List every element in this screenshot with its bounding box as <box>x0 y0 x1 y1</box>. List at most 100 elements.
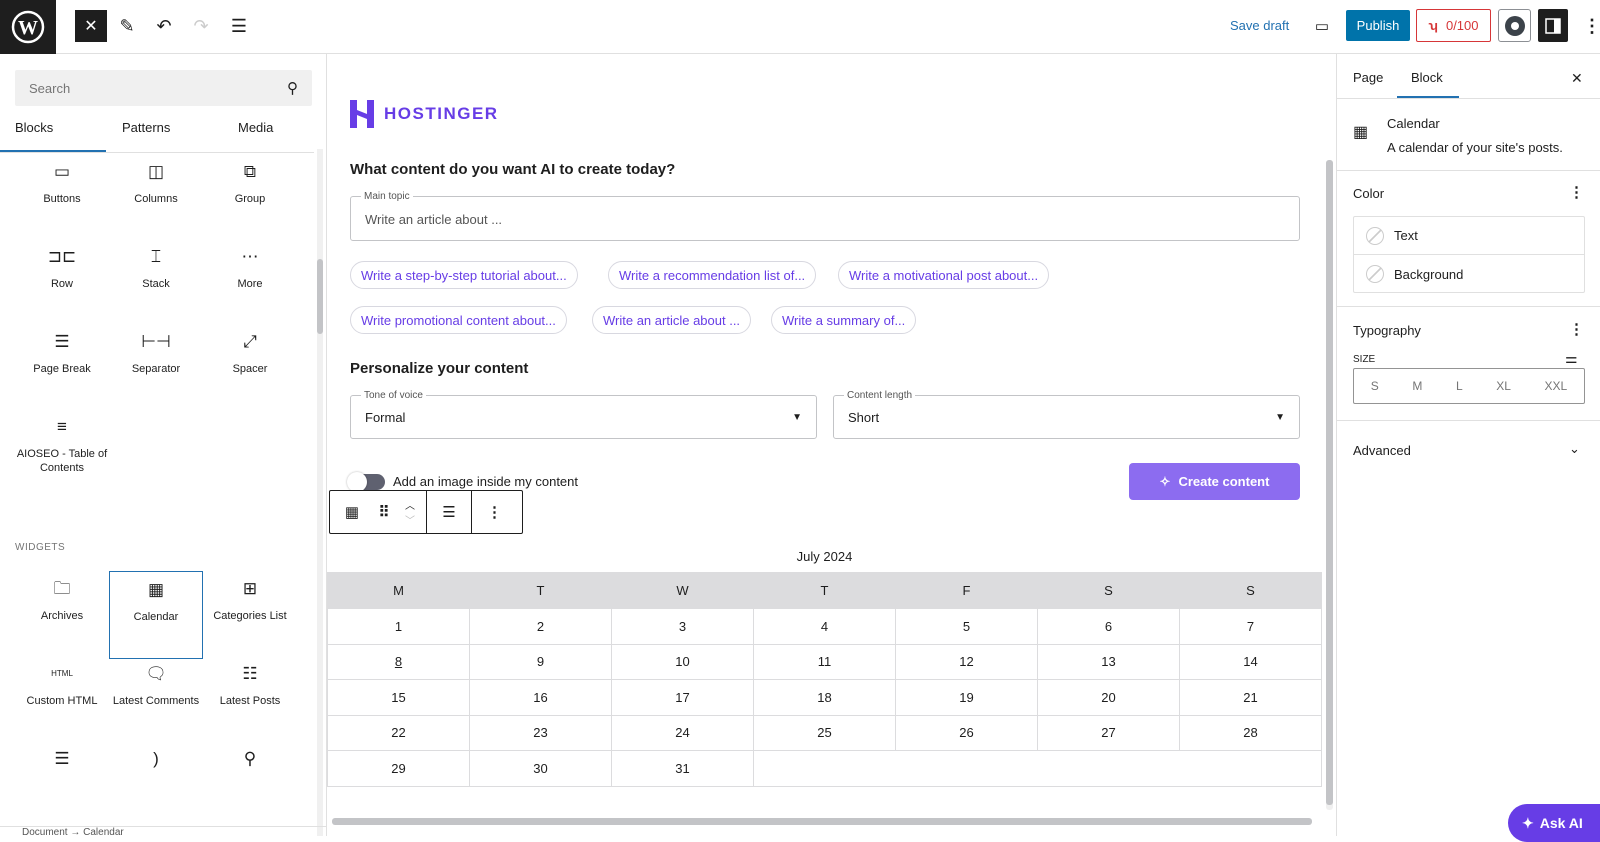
advanced-heading[interactable]: Advanced <box>1353 443 1411 458</box>
font-size-option[interactable]: L <box>1456 379 1463 393</box>
block-item[interactable]: ) <box>109 741 203 829</box>
seo-score-button[interactable]: ʮ 0/100 <box>1416 9 1491 42</box>
block-row[interactable]: ⊐⊏ Row <box>15 239 109 327</box>
block-options-button[interactable]: ⋮ <box>472 491 517 533</box>
font-size-option[interactable]: XXL <box>1544 379 1567 393</box>
hostinger-logo: HOSTINGER <box>350 100 499 128</box>
block-latest-posts[interactable]: ☷ Latest Posts <box>203 656 297 744</box>
chevron-down-icon[interactable]: ⌄ <box>1569 441 1580 457</box>
font-size-option[interactable]: XL <box>1496 379 1511 393</box>
calendar-day: 19 <box>895 679 1038 716</box>
breadcrumb-document[interactable]: Document <box>22 827 68 838</box>
typography-heading: Typography <box>1353 323 1421 338</box>
tone-of-voice-select[interactable]: Formal ▼ Tone of voice <box>350 390 817 439</box>
canvas-scrollbar-thumb[interactable] <box>1326 160 1333 805</box>
typography-options-button[interactable]: ⋮ <box>1569 320 1584 338</box>
block-aioseo-table-of-contents[interactable]: ≡ AIOSEO - Table of Contents <box>15 409 109 497</box>
calendar-day: 5 <box>895 608 1038 645</box>
close-inserter-button[interactable]: ✕ <box>75 10 107 42</box>
publish-button[interactable]: Publish <box>1346 10 1410 41</box>
weekday-header: T <box>753 572 896 609</box>
block-calendar[interactable]: ▦ Calendar <box>109 571 203 659</box>
calendar-day: 12 <box>895 643 1038 680</box>
document-overview-button[interactable]: ☰ <box>223 10 255 42</box>
tab-patterns[interactable]: Patterns <box>122 120 170 135</box>
suggestion-chip[interactable]: Write a motivational post about... <box>838 261 1050 289</box>
move-down-icon[interactable]: ﹀ <box>405 512 415 527</box>
content-length-select[interactable]: Short ▼ Content length <box>833 390 1300 439</box>
block-search-input[interactable]: Search ⚲ <box>15 70 312 106</box>
save-draft-button[interactable]: Save draft <box>1230 18 1289 33</box>
block-categories-list[interactable]: ⊞ Categories List <box>203 571 297 659</box>
main-topic-field[interactable]: Main topic Write an article about ... <box>350 191 1300 241</box>
suggestion-chip[interactable]: Write an article about ... <box>592 306 752 334</box>
tab-blocks[interactable]: Blocks <box>15 120 53 135</box>
scrollbar[interactable] <box>317 149 323 836</box>
wordpress-logo-button[interactable]: W <box>0 0 56 54</box>
horizontal-scrollbar[interactable] <box>332 818 1312 825</box>
block-icon: ▦ <box>147 580 165 599</box>
suggestion-chip[interactable]: Write a step-by-step tutorial about... <box>350 261 578 289</box>
drag-handle-icon[interactable]: ⠿ <box>374 491 394 533</box>
block-columns[interactable]: ◫ Columns <box>109 154 203 242</box>
calendar-block-icon[interactable]: ▦ <box>330 491 374 533</box>
move-buttons[interactable]: ︿ ﹀ <box>394 491 427 533</box>
edit-tool-button[interactable]: ✎ <box>111 10 143 42</box>
block-label: Archives <box>40 610 84 622</box>
block-custom-html[interactable]: HTML Custom HTML <box>15 656 109 744</box>
color-settings: Text Background <box>1353 216 1585 293</box>
settings-sidebar-toggle[interactable] <box>1538 9 1568 42</box>
add-image-toggle[interactable] <box>347 472 385 492</box>
block-spacer[interactable]: ⤢ Spacer <box>203 324 297 412</box>
block-icon: ☰ <box>54 749 70 768</box>
options-menu-button[interactable]: ⋮ <box>1576 10 1600 42</box>
font-size-option[interactable]: M <box>1412 379 1422 393</box>
calendar-day: 6 <box>1037 608 1180 645</box>
breadcrumb-calendar[interactable]: Calendar <box>83 827 124 838</box>
undo-button[interactable]: ↶ <box>148 10 180 42</box>
block-latest-comments[interactable]: 🗨 Latest Comments <box>109 656 203 744</box>
tab-block[interactable]: Block <box>1411 70 1443 85</box>
hostinger-logo-icon <box>350 100 374 128</box>
block-group[interactable]: ⧉ Group <box>203 154 297 242</box>
block-separator[interactable]: ⊢⊣ Separator <box>109 324 203 412</box>
suggestion-chip[interactable]: Write promotional content about... <box>350 306 567 334</box>
block-item[interactable]: ⚲ <box>203 741 297 829</box>
text-color-item[interactable]: Text <box>1354 217 1584 255</box>
calendar-day-link[interactable]: 8 <box>327 643 470 680</box>
calendar-day: 2 <box>469 608 612 645</box>
background-color-item[interactable]: Background <box>1354 255 1584 293</box>
block-stack[interactable]: ⌶ Stack <box>109 239 203 327</box>
calendar-day: 16 <box>469 679 612 716</box>
main-topic-placeholder: Write an article about ... <box>365 212 503 227</box>
block-archives[interactable]: 🗀 Archives <box>15 571 109 659</box>
block-buttons[interactable]: ▭ Buttons <box>15 154 109 242</box>
move-up-icon[interactable]: ︿ <box>405 497 415 512</box>
redo-button[interactable]: ↷ <box>185 10 217 42</box>
calendar-day: 21 <box>1179 679 1322 716</box>
block-item[interactable]: ☰ <box>15 741 109 829</box>
block-icon: ⤢ <box>243 332 257 351</box>
suggestion-chip[interactable]: Write a summary of... <box>771 306 917 334</box>
suggestion-chip[interactable]: Write a recommendation list of... <box>608 261 817 289</box>
weekday-header: F <box>895 572 1038 609</box>
tab-page[interactable]: Page <box>1353 70 1383 85</box>
ask-ai-button[interactable]: ✦ Ask AI <box>1508 804 1600 842</box>
calendar-day: 27 <box>1037 714 1180 751</box>
wordpress-icon: W <box>11 10 45 44</box>
divider <box>1337 420 1600 421</box>
create-content-button[interactable]: ✧ Create content <box>1129 463 1300 500</box>
preview-icon[interactable]: ▭ <box>1306 10 1338 42</box>
font-size-option[interactable]: S <box>1371 379 1379 393</box>
plugin-settings-button[interactable] <box>1498 9 1531 42</box>
logo-text: HOSTINGER <box>384 104 499 123</box>
align-button[interactable]: ☰ <box>427 491 472 533</box>
color-options-button[interactable]: ⋮ <box>1569 183 1584 201</box>
block-more[interactable]: ⋯ More <box>203 239 297 327</box>
close-sidebar-button[interactable]: ✕ <box>1571 70 1583 87</box>
tab-media[interactable]: Media <box>238 120 273 135</box>
block-name: Calendar <box>1387 116 1440 131</box>
scrollbar-thumb[interactable] <box>317 259 323 334</box>
block-page-break[interactable]: ☰ Page Break <box>15 324 109 412</box>
custom-size-icon[interactable]: ⚌ <box>1565 350 1578 367</box>
